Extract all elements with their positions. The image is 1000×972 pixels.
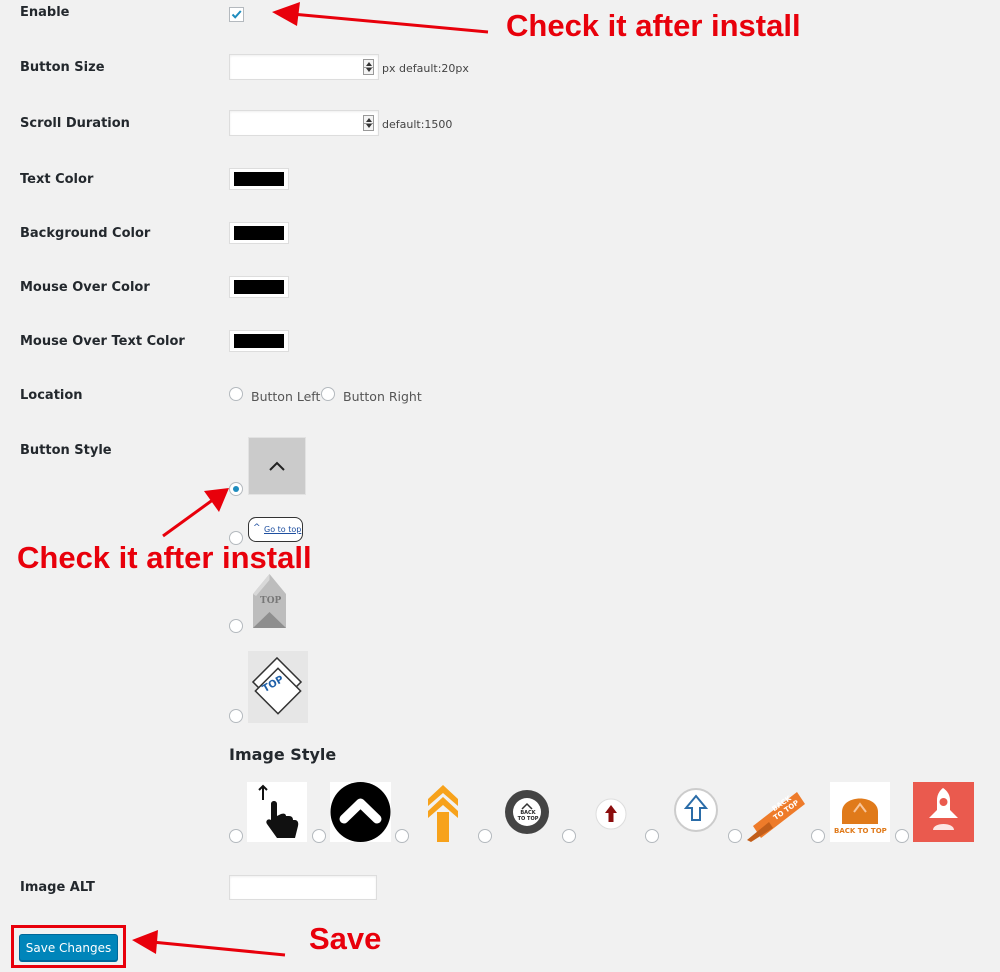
arrow-to-button-style	[162, 488, 229, 538]
annotation-save-text: Save	[309, 921, 382, 956]
annotation-arrows	[132, 2, 489, 957]
annotation-button-style-text: Check it after install	[17, 540, 312, 575]
arrow-to-enable	[272, 2, 489, 34]
annotation-enable-text: Check it after install	[506, 8, 801, 43]
arrow-to-save	[132, 930, 286, 957]
